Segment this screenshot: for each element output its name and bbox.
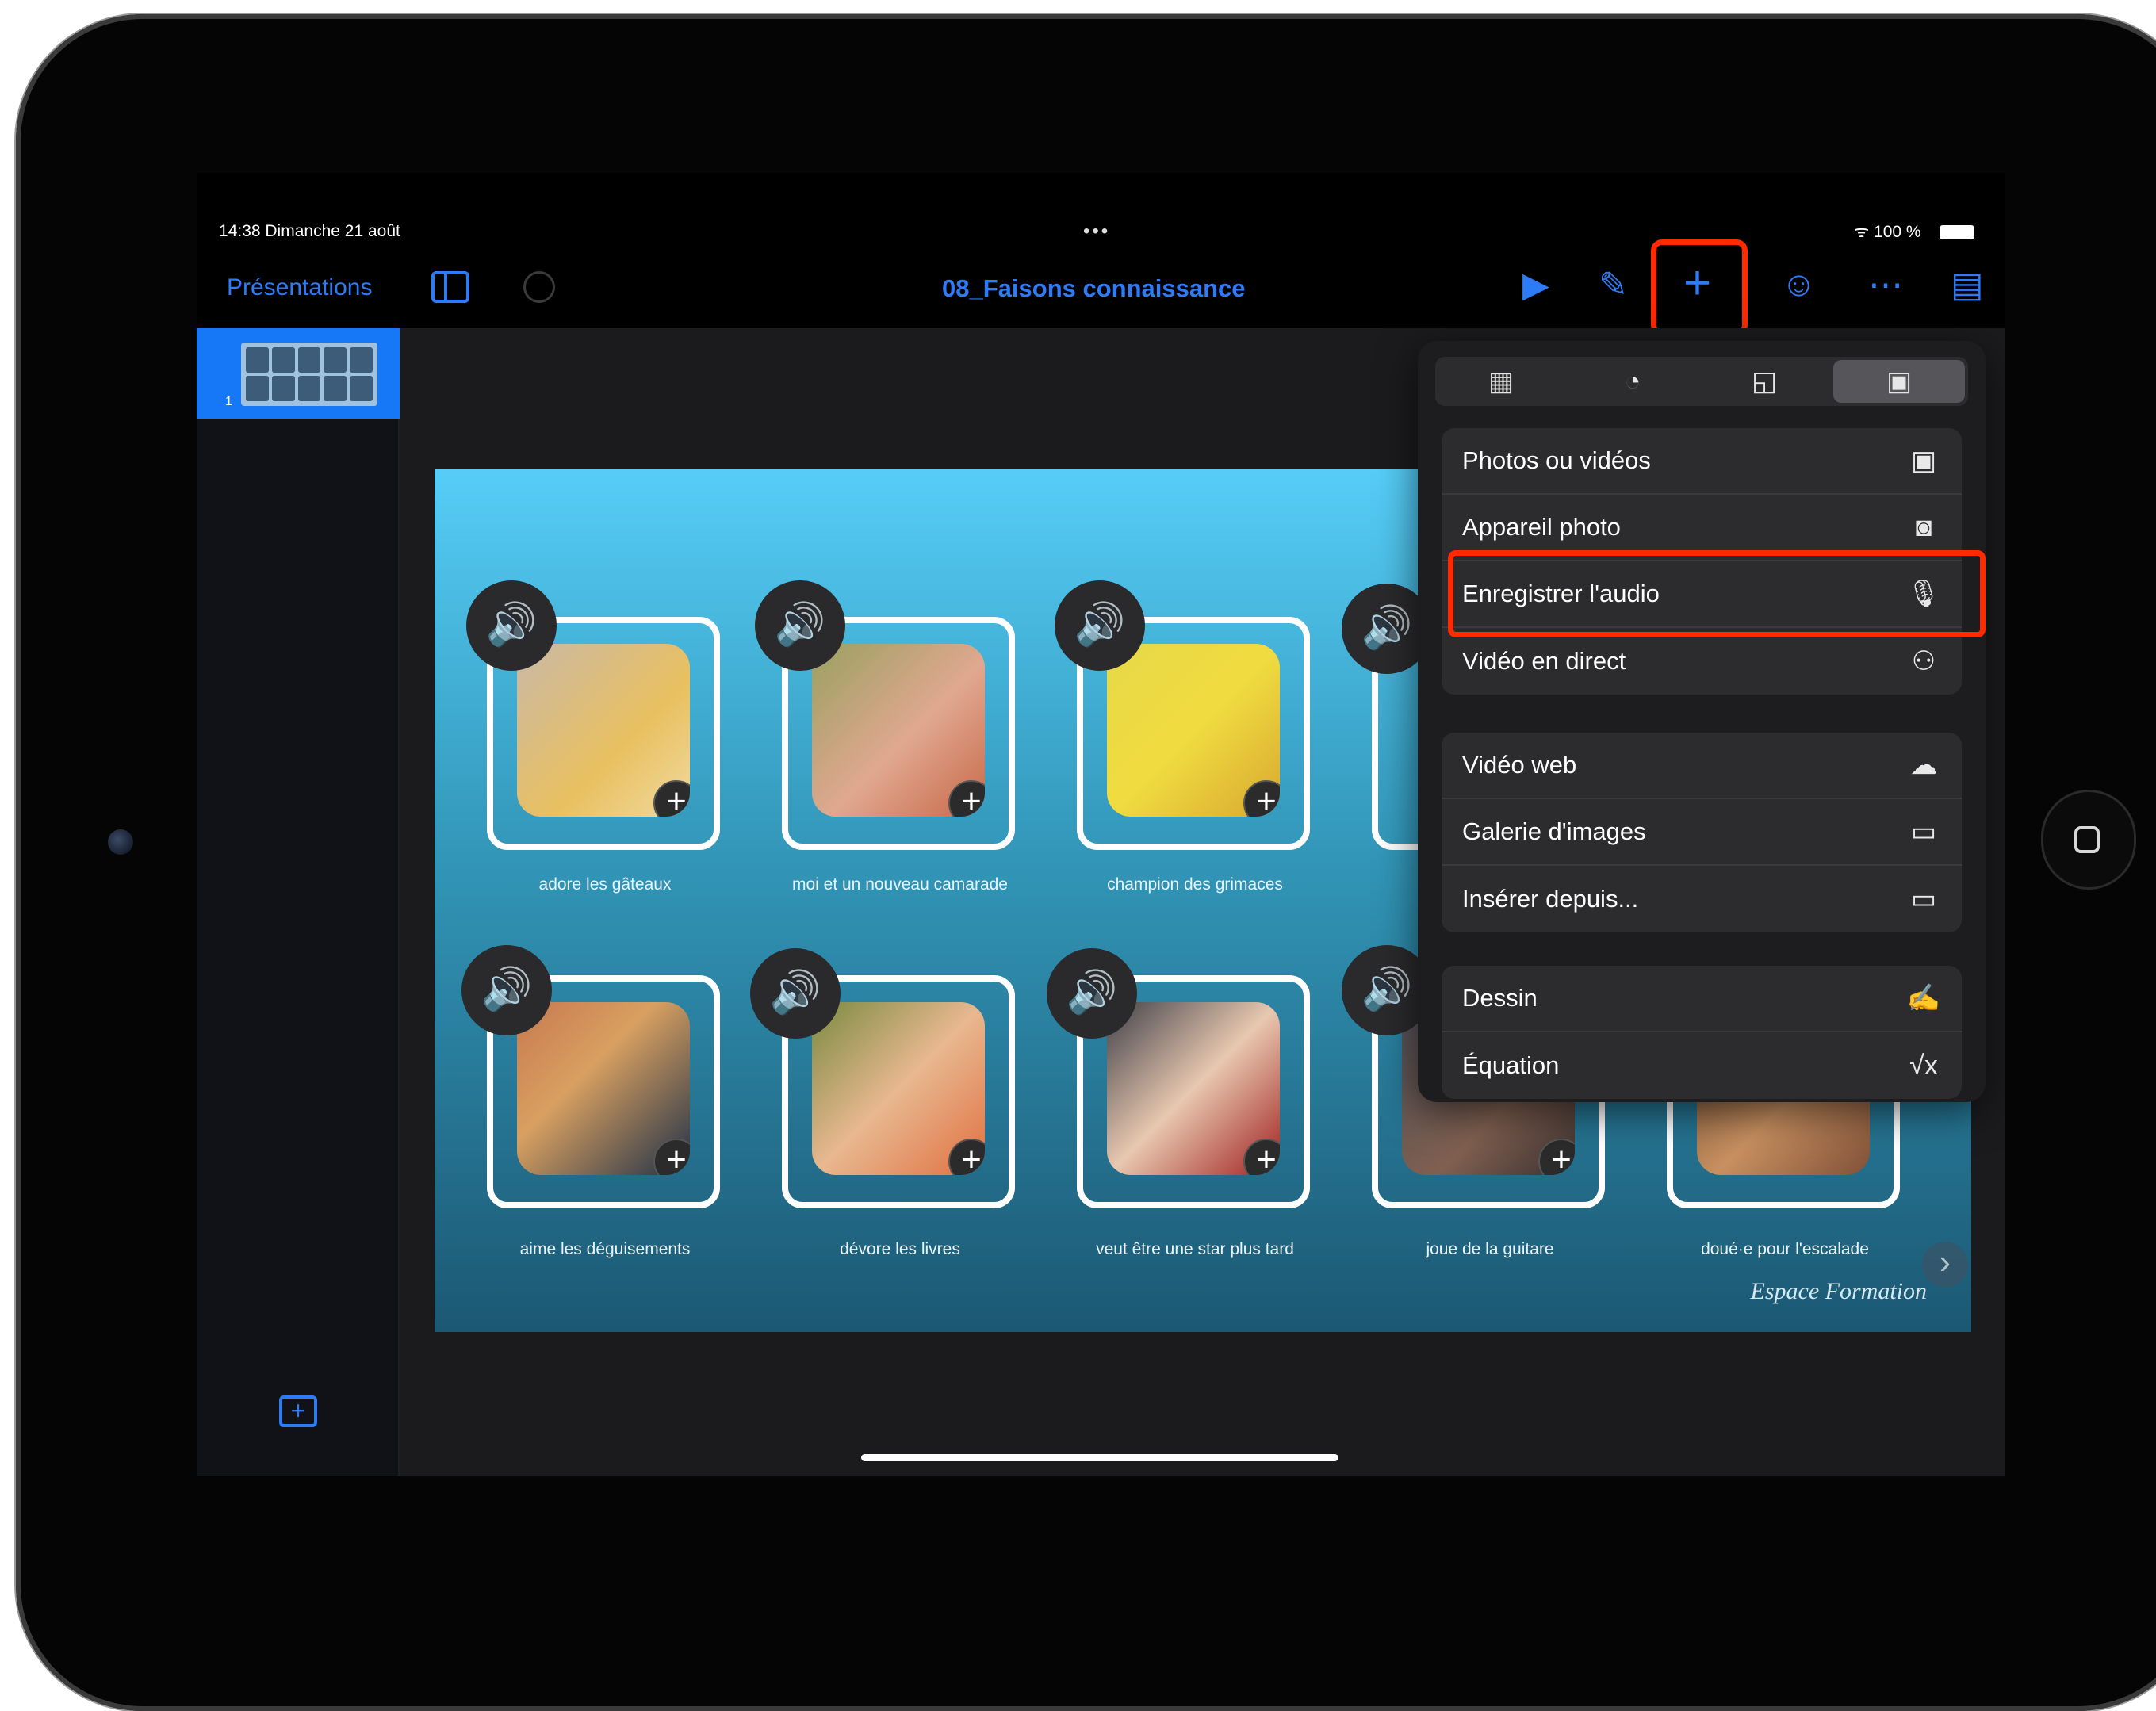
insert-popover: ▦ ◔ ◱ ▣ Photos ou vidéos ▣ Appareil phot… [1418,341,1986,1102]
photo-boy-face: + [1107,644,1280,817]
add-media-icon[interactable]: + [1538,1139,1575,1175]
photo-icon: ▣ [1910,446,1937,476]
caption: moi et un nouveau camarade [791,875,1008,894]
add-slide-button[interactable]: + [279,1395,317,1427]
menu-item-label: Vidéo web [1462,751,1577,779]
photo-girl-cake: + [517,644,690,817]
caption: dévore les livres [840,1240,960,1258]
menu-group-draw: Dessin ✍ Équation √x [1442,966,1962,1099]
camera-icon: ◙ [1915,511,1932,542]
menu-item-label: Galerie d'images [1462,817,1646,845]
speaker-icon[interactable]: 🔊 [1055,580,1145,671]
undo-icon[interactable] [523,271,555,303]
insert-plus-icon[interactable]: + [1683,255,1711,310]
menu-item-photos[interactable]: Photos ou vidéos ▣ [1442,428,1962,495]
format-brush-icon[interactable]: ✎ [1599,265,1628,305]
add-media-icon[interactable]: + [1243,1139,1280,1175]
speaker-icon[interactable]: 🔊 [755,580,845,671]
home-button[interactable] [2041,790,2136,890]
menu-item-label: Vidéo en direct [1462,647,1626,675]
speaker-icon[interactable]: 🔊 [1047,948,1137,1039]
speaker-icon[interactable]: 🔊 [750,948,841,1039]
folder-icon: ▭ [1910,884,1937,914]
caption: veut être une star plus tard [1096,1240,1294,1258]
add-media-icon[interactable]: + [948,780,985,817]
photo-boy-hat: + [517,1002,690,1175]
slide-navigator [197,328,400,1476]
speaker-icon[interactable]: 🔊 [461,945,552,1035]
table-icon[interactable]: ▦ [1435,357,1567,406]
caption: aime les déguisements [519,1240,691,1258]
caption: joue de la guitare [1426,1240,1554,1258]
caption: doué·e pour l'escalade [1701,1240,1869,1258]
home-indicator[interactable] [861,1454,1338,1461]
menu-group-insert: Vidéo web ☁ Galerie d'images ▭ Insérer d… [1442,733,1962,932]
menu-item-label: Insérer depuis... [1462,885,1639,913]
gallery-icon: ▭ [1910,817,1937,847]
chart-icon[interactable]: ◔ [1567,357,1698,406]
square-icon [2074,826,2100,853]
media-icon[interactable]: ▣ [1833,360,1965,403]
watermark: Espace Formation [1750,1278,1927,1304]
photo-girl-microphone: + [1107,1002,1280,1175]
drawing-icon: ✍ [1906,983,1941,1013]
add-media-icon[interactable]: + [1243,780,1280,817]
ipad-screen: 14:38 Dimanche 21 août ••• ᯤ 100 % Prése… [197,173,2005,1476]
speaker-icon[interactable]: 🔊 [466,580,557,671]
camera-icon [108,829,133,855]
photo-girl-reading: + [812,1002,985,1175]
presentations-back-button[interactable]: Présentations [227,274,372,301]
more-icon[interactable]: ⋯ [1868,265,1903,305]
cloud-play-icon: ☁ [1910,750,1937,780]
add-media-icon[interactable]: + [653,1139,690,1175]
menu-item-web-video[interactable]: Vidéo web ☁ [1442,733,1962,799]
menu-item-label: Équation [1462,1051,1560,1079]
slide-thumbnail[interactable] [241,343,377,406]
menu-item-equation[interactable]: Équation √x [1442,1032,1962,1099]
menu-item-drawing[interactable]: Dessin ✍ [1442,966,1962,1032]
slide-number: 1 [225,395,232,408]
add-media-icon[interactable]: + [653,780,690,817]
play-icon[interactable]: ▶ [1522,265,1549,305]
document-title[interactable]: 08_Faisons connaissance [942,274,1246,303]
menu-item-live-video[interactable]: Vidéo en direct ⚇ [1442,628,1962,695]
caption: adore les gâteaux [538,875,672,894]
add-media-icon[interactable]: + [948,1139,985,1175]
menu-item-label: Appareil photo [1462,513,1621,541]
battery-percent: ᯤ 100 % [1854,220,1921,243]
wifi-icon: ᯤ [1854,223,1875,241]
insert-tabs: ▦ ◔ ◱ ▣ [1435,357,1968,406]
caption: champion des grimaces [1107,875,1283,894]
menu-item-label: Photos ou vidéos [1462,446,1651,474]
menu-item-image-gallery[interactable]: Galerie d'images ▭ [1442,799,1962,866]
multitask-dots[interactable]: ••• [1083,220,1110,243]
menu-item-label: Dessin [1462,984,1538,1012]
sidebar-toggle-icon[interactable] [431,271,469,303]
menu-item-insert-from[interactable]: Insérer depuis... ▭ [1442,866,1962,932]
live-video-icon: ⚇ [1911,646,1936,676]
battery-text: 100 % [1874,223,1921,241]
record-audio-highlight [1448,550,1986,637]
shape-icon[interactable]: ◱ [1698,357,1830,406]
document-icon[interactable]: ▤ [1951,265,1984,305]
battery-icon [1940,225,1974,239]
collaborate-icon[interactable]: ☺ [1781,265,1817,304]
chevron-right-icon[interactable]: › [1922,1242,1968,1288]
equation-icon: √x [1909,1050,1938,1081]
status-time: 14:38 Dimanche 21 août [219,222,400,240]
photo-two-girls: + [812,644,985,817]
